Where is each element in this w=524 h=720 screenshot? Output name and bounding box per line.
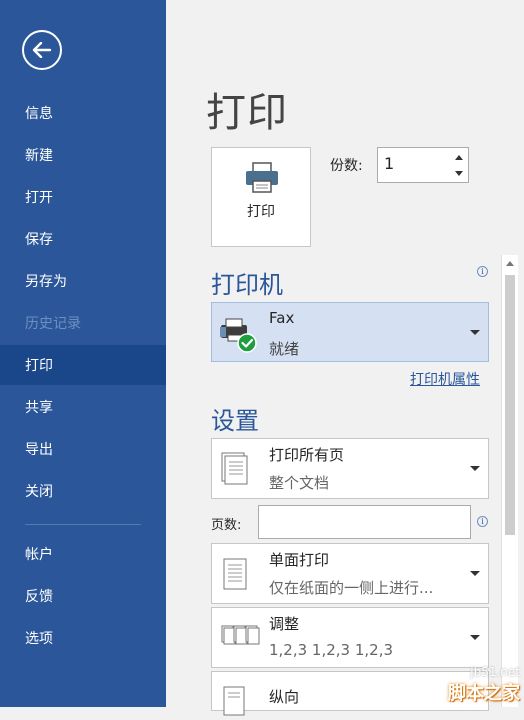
nav-save[interactable]: 保存	[0, 219, 166, 259]
back-arrow-icon	[32, 42, 52, 58]
info-icon[interactable]: i	[477, 266, 488, 277]
nav-open[interactable]: 打开	[0, 177, 166, 217]
page-title: 打印	[206, 90, 288, 136]
nav-share[interactable]: 共享	[0, 387, 166, 427]
nav-account[interactable]: 帐户	[0, 534, 166, 574]
nav-label: 选项	[25, 631, 53, 647]
nav-label: 另存为	[25, 274, 67, 290]
print-button-label: 打印	[247, 204, 275, 220]
triangle-up-icon	[506, 260, 514, 266]
back-button[interactable]	[22, 30, 62, 70]
setting-subtitle: 仅在纸面的一侧上进行...	[269, 579, 434, 597]
collate-icon	[221, 625, 260, 645]
nav-new[interactable]: 新建	[0, 135, 166, 175]
copies-spinner[interactable]: 1	[377, 147, 469, 183]
collate-dropdown[interactable]: 调整 1,2,3 1,2,3 1,2,3	[211, 607, 489, 668]
pages-icon	[221, 452, 248, 485]
chevron-down-icon	[470, 571, 480, 576]
setting-title: 单面打印	[269, 551, 330, 569]
copies-increment-button[interactable]	[454, 152, 464, 162]
scroll-up-button[interactable]	[502, 255, 518, 271]
nav-label: 信息	[25, 106, 53, 122]
printer-properties-link[interactable]: 打印机属性	[410, 369, 480, 389]
print-button[interactable]: 打印	[211, 147, 311, 247]
sides-dropdown[interactable]: 单面打印 仅在纸面的一侧上进行...	[211, 543, 489, 604]
watermark-url: jb51.net	[470, 665, 520, 679]
nav-history: 历史记录	[0, 303, 166, 343]
nav-label: 新建	[25, 148, 53, 164]
settings-heading: 设置	[211, 407, 259, 435]
nav-feedback[interactable]: 反馈	[0, 576, 166, 616]
copies-value: 1	[384, 154, 395, 173]
nav-info[interactable]: 信息	[0, 93, 166, 133]
setting-title: 调整	[269, 615, 300, 633]
fax-printer-icon	[220, 318, 257, 353]
pages-label: 页数:	[211, 518, 242, 533]
copies-decrement-button[interactable]	[454, 168, 464, 178]
triangle-up-icon	[455, 154, 463, 160]
nav-label: 反馈	[25, 589, 53, 605]
nav-label: 历史记录	[25, 316, 81, 332]
nav-label: 打开	[25, 190, 53, 206]
printer-dropdown[interactable]: Fax 就绪	[211, 302, 489, 362]
portrait-icon	[223, 686, 245, 716]
chevron-down-icon	[470, 466, 480, 471]
nav-label: 保存	[25, 232, 53, 248]
info-icon[interactable]: i	[477, 516, 488, 527]
nav-label: 帐户	[25, 547, 53, 563]
setting-title: 打印所有页	[269, 446, 345, 464]
watermark-brand: 脚本之家	[448, 683, 520, 704]
watermark: jb51.net 脚本之家	[448, 665, 520, 705]
setting-title: 纵向	[269, 688, 300, 706]
print-range-dropdown[interactable]: 打印所有页 整个文档	[211, 438, 489, 499]
print-panel: 打印 打印 份数: 1 打印机 i Fax 就绪 打印机属性 设置 打印所有页 …	[166, 0, 524, 716]
nav-print[interactable]: 打印	[0, 345, 166, 385]
chevron-down-icon	[470, 635, 480, 640]
nav-divider	[25, 524, 141, 525]
pages-input[interactable]	[258, 505, 471, 539]
nav-export[interactable]: 导出	[0, 429, 166, 469]
printer-status: 就绪	[269, 340, 300, 358]
chevron-down-icon	[470, 330, 480, 335]
triangle-down-icon	[455, 170, 463, 176]
nav-label: 关闭	[25, 484, 53, 500]
printer-name: Fax	[269, 309, 295, 327]
printer-icon	[246, 162, 278, 193]
nav-label: 导出	[25, 442, 53, 458]
setting-subtitle: 整个文档	[269, 474, 330, 492]
backstage-sidebar: 信息 新建 打开 保存 另存为 历史记录 打印 共享 导出 关闭 帐户 反馈 选…	[0, 0, 166, 707]
scroll-thumb[interactable]	[505, 275, 515, 535]
nav-label: 打印	[25, 358, 53, 374]
nav-save-as[interactable]: 另存为	[0, 261, 166, 301]
settings-scrollbar[interactable]	[501, 255, 518, 707]
copies-label: 份数:	[330, 158, 363, 174]
setting-subtitle: 1,2,3 1,2,3 1,2,3	[269, 641, 394, 659]
nav-close[interactable]: 关闭	[0, 471, 166, 511]
nav-label: 共享	[25, 400, 53, 416]
printer-heading: 打印机	[211, 271, 283, 299]
nav-options[interactable]: 选项	[0, 618, 166, 658]
single-sided-icon	[223, 558, 247, 590]
